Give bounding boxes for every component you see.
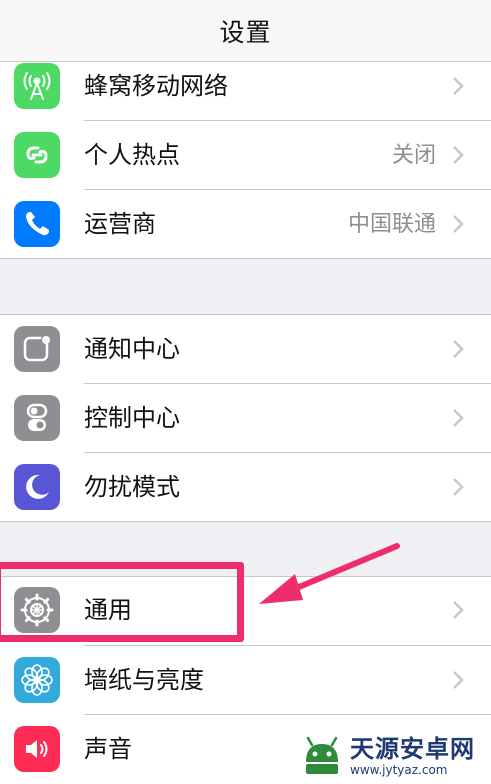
flower-icon	[14, 657, 60, 703]
chevron-right-icon	[453, 77, 464, 95]
settings-row-carrier[interactable]: 运营商 中国联通	[0, 190, 491, 258]
chevron-right-icon	[453, 340, 464, 358]
highlight-box	[0, 562, 244, 642]
chevron-right-icon	[453, 478, 464, 496]
notification-center-icon	[14, 326, 60, 372]
control-center-icon	[14, 395, 60, 441]
watermark-url: www.jytyaz.com	[350, 762, 448, 777]
settings-row-label: 墙纸与亮度	[84, 666, 204, 694]
chevron-right-icon	[453, 215, 464, 233]
chevron-right-icon	[453, 409, 464, 427]
settings-row-label: 个人热点	[84, 141, 180, 169]
settings-row-hotspot[interactable]: 个人热点 关闭	[0, 121, 491, 189]
settings-row-do-not-disturb[interactable]: 勿扰模式	[0, 453, 491, 521]
settings-row-wallpaper-brightness[interactable]: 墙纸与亮度	[0, 646, 491, 714]
antenna-icon	[14, 63, 60, 109]
settings-row-detail: 关闭	[391, 143, 436, 168]
settings-row-control-center[interactable]: 控制中心	[0, 384, 491, 452]
android-logo-icon	[306, 736, 338, 774]
chevron-right-icon	[453, 671, 464, 689]
phone-icon	[14, 201, 60, 247]
settings-row-label: 勿扰模式	[84, 473, 180, 501]
settings-group-network: 蜂窝移动网络 个人热点 关闭 运营商 中国联通	[0, 62, 491, 259]
speaker-icon	[14, 726, 60, 772]
arrow-annotation-icon	[259, 543, 400, 604]
chevron-right-icon	[453, 601, 464, 619]
settings-row-detail: 中国联通	[347, 212, 436, 237]
settings-row-cellular[interactable]: 蜂窝移动网络	[0, 52, 491, 120]
watermark-name: 天源安卓网	[350, 734, 475, 763]
settings-group-system: 通知中心 控制中心 勿扰模式	[0, 314, 491, 522]
chevron-right-icon	[453, 146, 464, 164]
settings-row-label: 控制中心	[84, 404, 180, 432]
moon-icon	[14, 464, 60, 510]
hotspot-link-icon	[14, 132, 60, 178]
settings-row-label: 蜂窝移动网络	[84, 72, 228, 100]
settings-row-label: 通知中心	[84, 335, 180, 363]
settings-row-label: 声音	[84, 735, 132, 763]
page-title: 设置	[219, 17, 272, 47]
settings-row-notification-center[interactable]: 通知中心	[0, 315, 491, 383]
watermark: 天源安卓网 www.jytyaz.com	[300, 728, 491, 783]
settings-row-label: 运营商	[84, 210, 156, 238]
